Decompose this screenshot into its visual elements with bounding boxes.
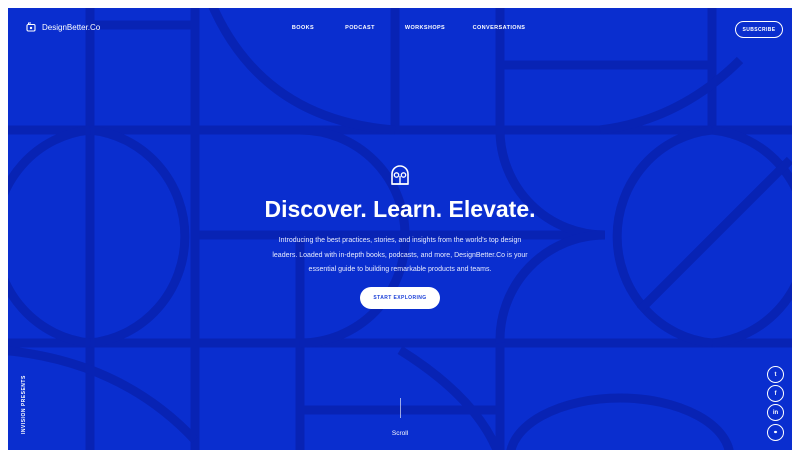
book-owl-icon [391,165,409,185]
nav-workshops[interactable]: WORKSHOPS [405,25,445,31]
scroll-indicator-line [400,398,401,418]
linkedin-button[interactable]: in [767,404,784,421]
nav-podcast[interactable]: PODCAST [345,25,375,31]
brand-name: DesignBetter.Co [42,22,101,32]
brand-logo[interactable]: DesignBetter.Co [26,22,100,32]
copy-link-button[interactable]: ⚭ [767,424,784,441]
facebook-button[interactable]: f [767,385,784,402]
hero-headline: Discover. Learn. Elevate. [264,196,536,222]
invision-presents-label: INVISION PRESENTS [21,375,27,434]
linkedin-icon: in [772,409,779,416]
nav-conversations[interactable]: CONVERSATIONS [473,25,526,31]
background-pattern [0,0,800,458]
twitter-button[interactable]: t [767,366,784,383]
twitter-icon: t [774,371,777,378]
link-icon: ⚭ [772,430,779,436]
facebook-icon: f [774,390,777,397]
hero-intro: Introducing the best practices, stories,… [272,237,528,273]
start-exploring-button[interactable]: START EXPLORING [360,287,440,309]
mailbox-icon [26,22,36,32]
nav-books[interactable]: BOOKS [292,25,314,31]
subscribe-button[interactable]: SUBSCRIBE [735,21,783,38]
scroll-label[interactable]: Scroll [380,430,420,437]
